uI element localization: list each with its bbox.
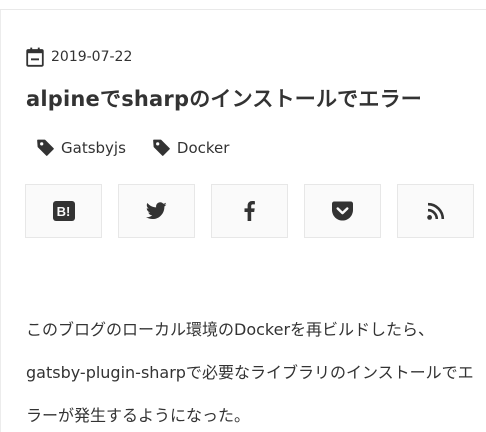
post-body-paragraph: このブログのローカル環境のDockerを再ビルドしたら、gatsby-plugi…	[26, 320, 474, 425]
share-facebook-button[interactable]	[211, 184, 288, 238]
twitter-bird-icon	[146, 202, 167, 220]
hatena-b-icon: B!	[52, 201, 75, 221]
sidebar-divider	[0, 10, 1, 432]
header-divider	[0, 0, 486, 10]
post-date: 2019-07-22	[26, 46, 132, 68]
calendar-icon	[26, 47, 44, 67]
tag-icon	[37, 139, 54, 156]
post-title: alpineでsharpのインストールでエラー	[26, 87, 422, 111]
tag-label: Gatsbyjs	[61, 138, 126, 157]
page: 2019-07-22 alpineでsharpのインストールでエラー Gatsb…	[0, 0, 486, 432]
share-hatena-bookmark-button[interactable]: B!	[25, 184, 102, 238]
post-date-text: 2019-07-22	[51, 49, 133, 65]
tag-docker[interactable]: Docker	[152, 138, 230, 157]
hatena-b-glyph: B!	[56, 204, 70, 219]
rss-feed-icon	[426, 202, 444, 220]
tag-gatsbyjs[interactable]: Gatsbyjs	[36, 138, 126, 157]
share-pocket-button[interactable]	[304, 184, 381, 238]
tag-icon	[153, 139, 170, 156]
share-buttons: B!	[25, 184, 486, 238]
facebook-f-icon	[244, 201, 255, 221]
tag-label: Docker	[176, 138, 230, 157]
tag-list: Gatsbyjs Docker	[36, 138, 255, 157]
pocket-icon	[332, 201, 353, 221]
share-twitter-button[interactable]	[118, 184, 195, 238]
share-rss-button[interactable]	[397, 184, 474, 238]
